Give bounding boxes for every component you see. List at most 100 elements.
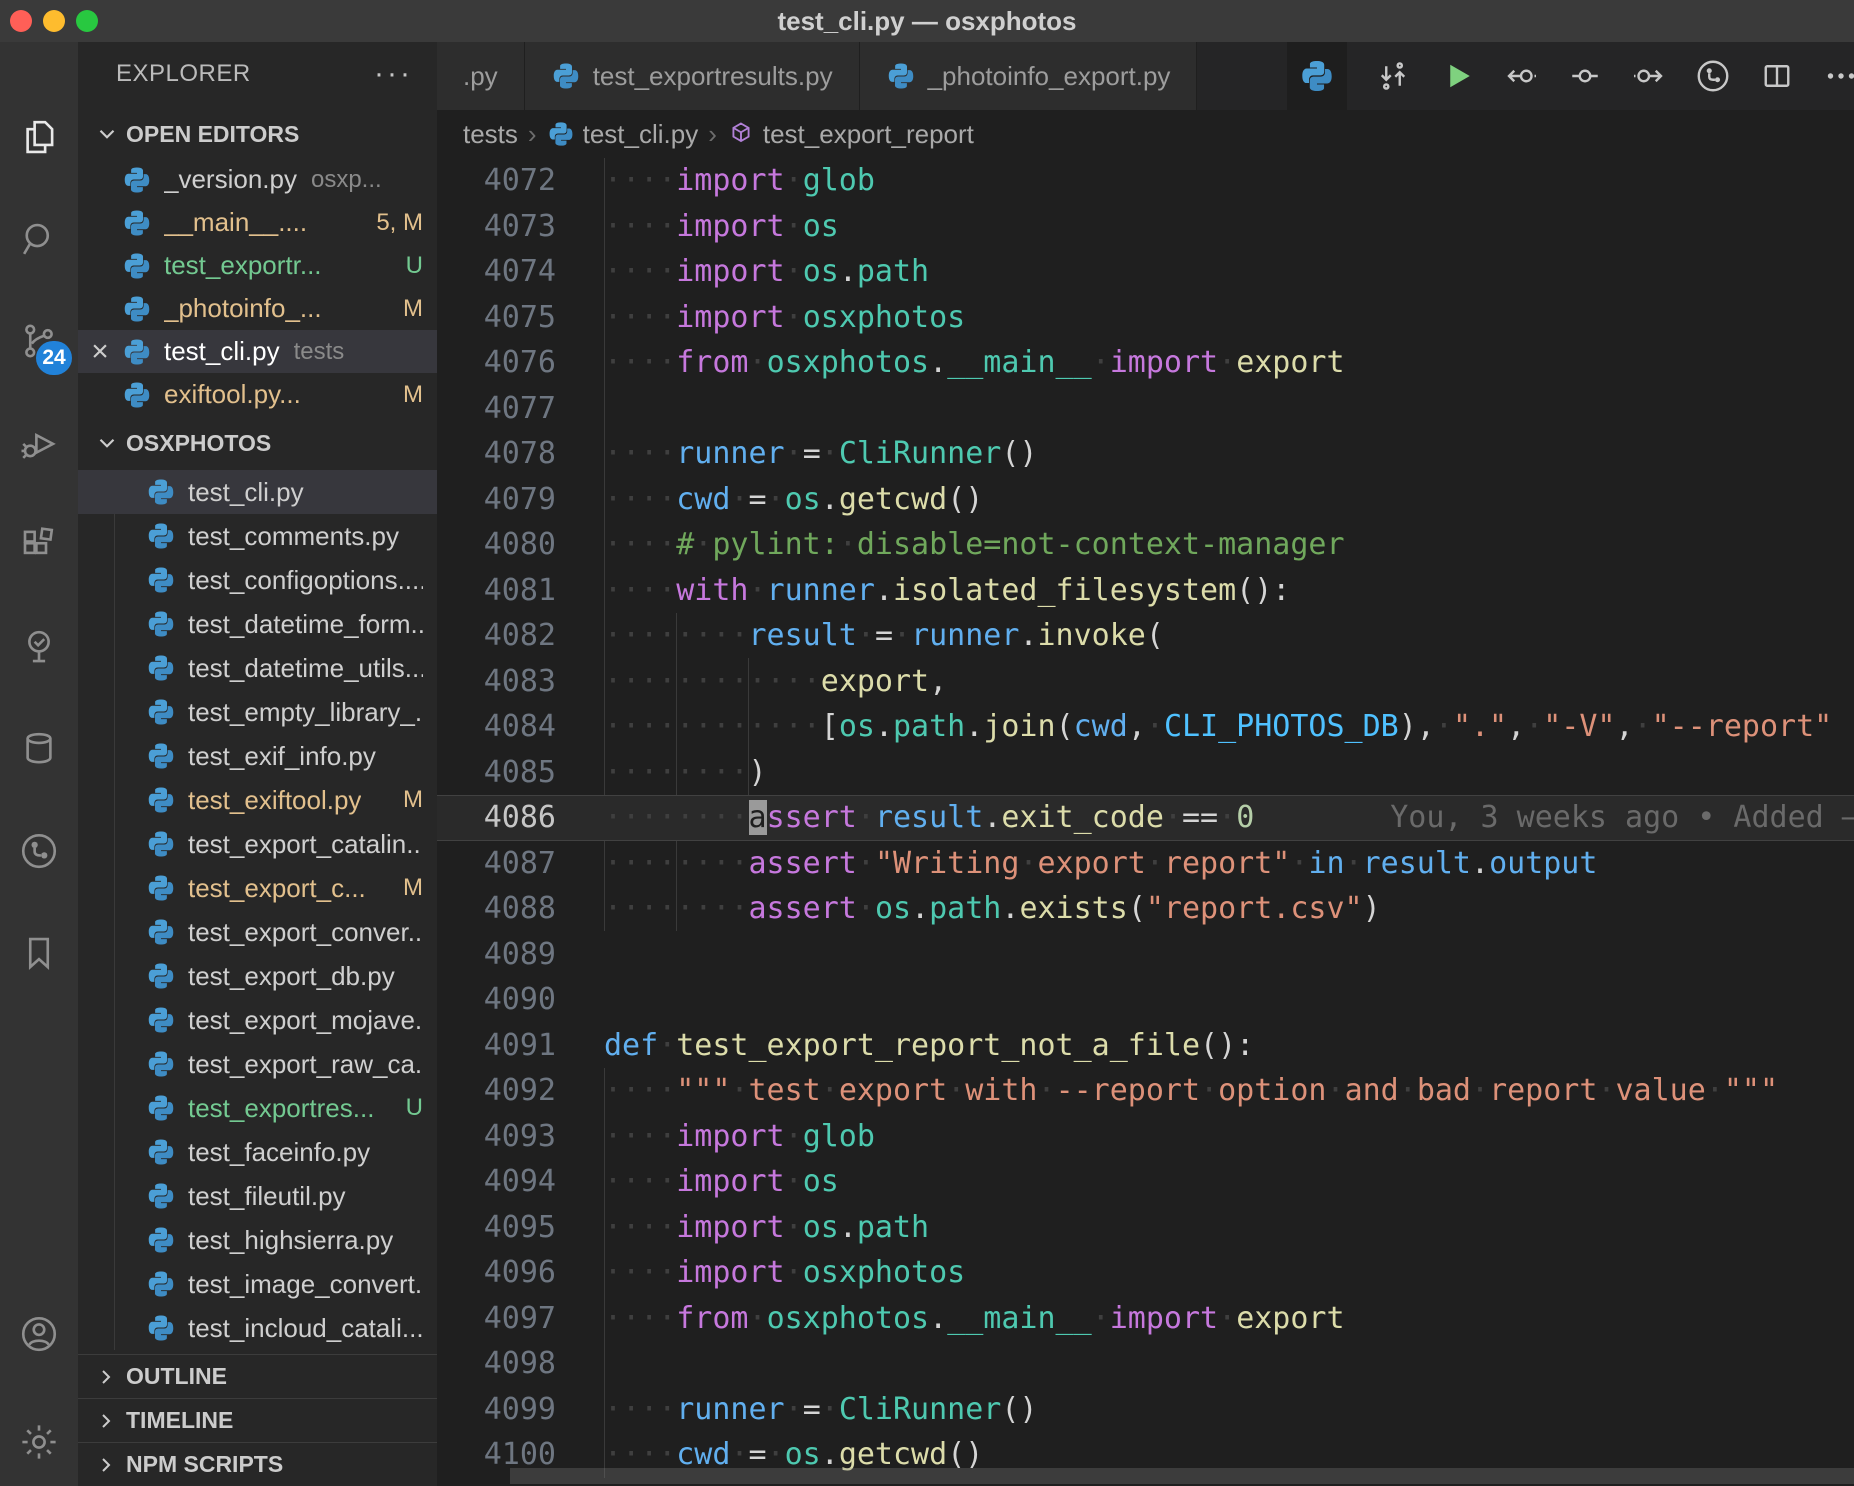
horizontal-scrollbar[interactable] <box>510 1468 1854 1484</box>
code-line[interactable]: 4079····cwd·=·os.getcwd() <box>437 477 1854 523</box>
tree-item[interactable]: test_datetime_form... <box>78 602 437 646</box>
code-line[interactable]: 4076····from·osxphotos.__main__·import·e… <box>437 340 1854 386</box>
code-line[interactable]: 4095····import·os.path <box>437 1205 1854 1251</box>
tree-item[interactable]: test_datetime_utils.... <box>78 646 437 690</box>
settings-gear-icon[interactable] <box>0 1410 78 1474</box>
editor-tab[interactable]: test_exportresults.py <box>525 42 860 110</box>
tree-item[interactable]: test_export_mojave... <box>78 998 437 1042</box>
code-line[interactable]: 4089 <box>437 932 1854 978</box>
code-line[interactable]: 4074····import·os.path <box>437 249 1854 295</box>
line-number[interactable]: 4094 <box>437 1159 556 1205</box>
current-change-icon[interactable] <box>1567 58 1603 94</box>
breadcrumb-item[interactable]: tests <box>463 119 518 150</box>
line-number[interactable]: 4075 <box>437 295 556 341</box>
code-line[interactable]: 4083············export, <box>437 659 1854 705</box>
line-number[interactable]: 4095 <box>437 1205 556 1251</box>
tree-item[interactable]: test_export_catalin... <box>78 822 437 866</box>
open-editor-item[interactable]: ×test_cli.pytests <box>78 330 437 373</box>
code-line[interactable]: 4098 <box>437 1341 1854 1387</box>
line-number[interactable]: 4093 <box>437 1114 556 1160</box>
test-explorer-icon[interactable] <box>0 615 78 679</box>
sidebar-panel-npm-scripts[interactable]: NPM SCRIPTS <box>78 1442 437 1486</box>
gitlens-graph-icon[interactable] <box>1695 58 1731 94</box>
close-editor-icon[interactable]: × <box>78 335 122 369</box>
previous-change-icon[interactable] <box>1503 58 1539 94</box>
source-control-icon[interactable]: 24 <box>0 309 78 373</box>
tree-item[interactable]: test_export_c...M <box>78 866 437 910</box>
sidebar-more-actions[interactable]: ··· <box>374 64 413 84</box>
code-line[interactable]: 4087········assert·"Writing·export·repor… <box>437 841 1854 887</box>
line-number[interactable]: 4078 <box>437 431 556 477</box>
line-number[interactable]: 4092 <box>437 1068 556 1114</box>
line-number[interactable]: 4086 <box>437 795 556 841</box>
code-line[interactable]: 4092····"""·test·export·with·--report·op… <box>437 1068 1854 1114</box>
breadcrumb-item[interactable]: test_cli.py <box>547 119 699 150</box>
code-line[interactable]: 4078····runner·=·CliRunner() <box>437 431 1854 477</box>
account-icon[interactable] <box>0 1302 78 1366</box>
code-line[interactable]: 4085········) <box>437 750 1854 796</box>
database-icon[interactable] <box>0 717 78 781</box>
line-number[interactable]: 4097 <box>437 1296 556 1342</box>
tree-item[interactable]: test_exif_info.py <box>78 734 437 778</box>
open-editor-item[interactable]: ×__main__....5, M <box>78 201 437 244</box>
code-line[interactable]: 4096····import·osxphotos <box>437 1250 1854 1296</box>
more-actions-icon[interactable] <box>1823 58 1854 94</box>
code-line[interactable]: 4077 <box>437 386 1854 432</box>
tree-item[interactable]: test_configoptions.... <box>78 558 437 602</box>
code-line[interactable]: 4075····import·osxphotos <box>437 295 1854 341</box>
code-line[interactable]: 4081····with·runner.isolated_filesystem(… <box>437 568 1854 614</box>
open-editors-header[interactable]: OPEN EDITORS <box>78 110 437 158</box>
run-and-debug-icon[interactable] <box>0 411 78 475</box>
line-number[interactable]: 4084 <box>437 704 556 750</box>
line-number[interactable]: 4088 <box>437 886 556 932</box>
code-editor[interactable]: 4072····import·glob4073····import·os4074… <box>437 158 1854 1486</box>
tree-item[interactable]: test_exiftool.pyM <box>78 778 437 822</box>
code-line[interactable]: 4097····from·osxphotos.__main__·import·e… <box>437 1296 1854 1342</box>
line-number[interactable]: 4085 <box>437 750 556 796</box>
code-line[interactable]: 4099····runner·=·CliRunner() <box>437 1387 1854 1433</box>
line-number[interactable]: 4098 <box>437 1341 556 1387</box>
tree-item[interactable]: test_exportres...U <box>78 1086 437 1130</box>
line-number[interactable]: 4096 <box>437 1250 556 1296</box>
line-number[interactable]: 4099 <box>437 1387 556 1433</box>
code-line[interactable]: 4091def·test_export_report_not_a_file(): <box>437 1023 1854 1069</box>
gitlens-icon[interactable] <box>0 819 78 883</box>
next-change-icon[interactable] <box>1631 58 1667 94</box>
tree-item[interactable]: test_fileutil.py <box>78 1174 437 1218</box>
tree-item[interactable]: test_comments.py <box>78 514 437 558</box>
tree-item[interactable]: test_export_conver... <box>78 910 437 954</box>
open-editor-item[interactable]: ×test_exportr...U <box>78 244 437 287</box>
code-line[interactable]: 4084············[os.path.join(cwd,·CLI_P… <box>437 704 1854 750</box>
code-line[interactable]: 4073····import·os <box>437 204 1854 250</box>
code-line[interactable]: 4080····#·pylint:·disable=not-context-ma… <box>437 522 1854 568</box>
line-number[interactable]: 4080 <box>437 522 556 568</box>
bookmarks-icon[interactable] <box>0 921 78 985</box>
code-line[interactable]: 4093····import·glob <box>437 1114 1854 1160</box>
tree-item[interactable]: test_incloud_catali... <box>78 1306 437 1350</box>
line-number[interactable]: 4087 <box>437 841 556 887</box>
code-line[interactable]: 4090 <box>437 977 1854 1023</box>
search-icon[interactable] <box>0 207 78 271</box>
line-number[interactable]: 4074 <box>437 249 556 295</box>
code-line[interactable]: 4072····import·glob <box>437 158 1854 204</box>
open-editor-item[interactable]: ×exiftool.py...M <box>78 373 437 416</box>
line-number[interactable]: 4081 <box>437 568 556 614</box>
open-editor-item[interactable]: ×_version.pyosxp... <box>78 158 437 201</box>
open-editor-item[interactable]: ×_photoinfo_...M <box>78 287 437 330</box>
tree-item[interactable]: test_export_db.py <box>78 954 437 998</box>
sidebar-panel-outline[interactable]: OUTLINE <box>78 1354 437 1398</box>
editor-tab[interactable]: .py <box>437 42 525 110</box>
tree-item[interactable]: test_image_convert... <box>78 1262 437 1306</box>
line-number[interactable]: 4090 <box>437 977 556 1023</box>
code-line[interactable]: 4082········result·=·runner.invoke( <box>437 613 1854 659</box>
python-interpreter-icon[interactable] <box>1287 42 1347 110</box>
line-number[interactable]: 4082 <box>437 613 556 659</box>
line-number[interactable]: 4076 <box>437 340 556 386</box>
tree-item[interactable]: test_highsierra.py <box>78 1218 437 1262</box>
tree-item[interactable]: test_export_raw_ca... <box>78 1042 437 1086</box>
explorer-icon[interactable] <box>0 105 78 169</box>
workspace-folder-header[interactable]: OSXPHOTOS <box>78 416 437 470</box>
line-number[interactable]: 4077 <box>437 386 556 432</box>
code-line[interactable]: 4094····import·os <box>437 1159 1854 1205</box>
breadcrumb-item[interactable]: test_export_report <box>727 119 974 150</box>
